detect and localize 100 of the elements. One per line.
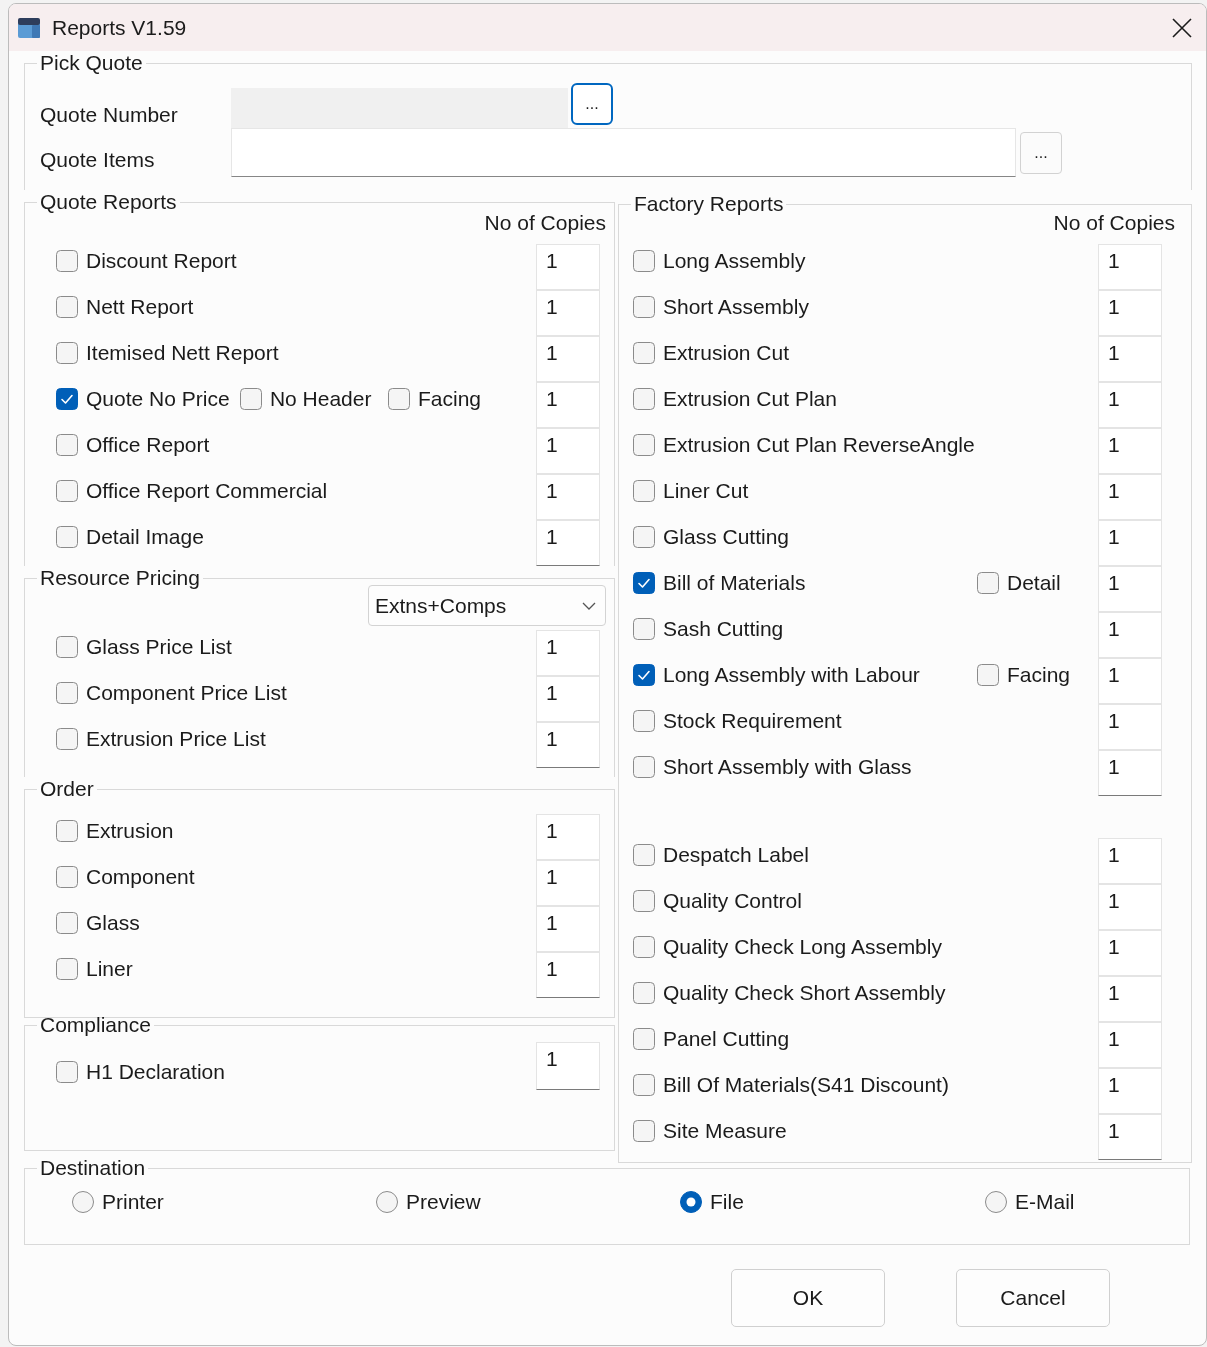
radio-button[interactable] [985, 1191, 1007, 1213]
copies-field[interactable]: 1 [1098, 1114, 1162, 1160]
checkbox[interactable] [633, 526, 655, 548]
checkbox[interactable] [633, 664, 655, 686]
copies-field[interactable]: 1 [1098, 884, 1162, 930]
checkbox[interactable] [56, 1061, 78, 1083]
checkbox-label: Detail [1007, 571, 1061, 595]
browse-button[interactable]: ... [1020, 131, 1062, 174]
checkbox-label: Glass [86, 911, 140, 935]
radio-button[interactable] [680, 1191, 702, 1213]
checkbox[interactable] [633, 1028, 655, 1050]
copies-field[interactable]: 1 [536, 676, 600, 722]
checkbox[interactable] [56, 820, 78, 842]
copies-field[interactable]: 1 [1098, 750, 1162, 796]
dialog-button[interactable]: OK [731, 1269, 885, 1327]
checkbox[interactable] [633, 572, 655, 594]
checkbox[interactable] [633, 844, 655, 866]
checkbox-label: No Header [269, 387, 372, 411]
copies-field[interactable]: 1 [1098, 520, 1162, 566]
checkbox[interactable] [977, 572, 999, 594]
copies-field[interactable]: 1 [1098, 290, 1162, 336]
copies-field[interactable]: 1 [1098, 930, 1162, 976]
radio-button[interactable] [376, 1191, 398, 1213]
copies-field[interactable]: 1 [1098, 244, 1162, 290]
checkbox[interactable] [633, 890, 655, 912]
checkbox-label: Extrusion Cut Plan ReverseAngle [663, 433, 975, 457]
checkbox[interactable] [56, 388, 78, 410]
checkbox[interactable] [633, 296, 655, 318]
checkbox[interactable] [56, 480, 78, 502]
checkbox[interactable] [56, 958, 78, 980]
radio-label: File [710, 1190, 744, 1214]
copies-field[interactable]: 1 [1098, 1068, 1162, 1114]
copies-field[interactable]: 1 [1098, 612, 1162, 658]
group-title: Order [39, 777, 95, 801]
checkbox[interactable] [56, 526, 78, 548]
checkbox[interactable] [56, 682, 78, 704]
copies-field[interactable]: 1 [1098, 474, 1162, 520]
checkbox-label: Component Price List [86, 681, 287, 705]
copies-field[interactable]: 1 [536, 244, 600, 290]
checkbox[interactable] [633, 982, 655, 1004]
checkbox[interactable] [56, 342, 78, 364]
checkbox[interactable] [56, 728, 78, 750]
copies-field[interactable]: 1 [536, 630, 600, 676]
checkbox[interactable] [977, 664, 999, 686]
checkbox[interactable] [387, 388, 410, 410]
checkbox[interactable] [56, 250, 78, 272]
copies-field[interactable]: 1 [1098, 838, 1162, 884]
checkbox-label: Office Report Commercial [86, 479, 328, 503]
checkbox-label: Component [86, 865, 195, 889]
checkbox[interactable] [56, 866, 78, 888]
checkbox-label: Extrusion Price List [86, 727, 266, 751]
copies-field[interactable]: 1 [1098, 658, 1162, 704]
copies-field[interactable]: 1 [536, 382, 600, 428]
checkbox[interactable] [633, 710, 655, 732]
dropdown[interactable]: Extns+Comps [368, 585, 606, 626]
checkbox[interactable] [56, 636, 78, 658]
copies-field[interactable]: 1 [536, 722, 600, 768]
checkbox[interactable] [56, 434, 78, 456]
copies-field[interactable]: 1 [536, 860, 600, 906]
checkbox-label: Despatch Label [663, 843, 809, 867]
checkbox-label: Liner [86, 957, 133, 981]
checkbox[interactable] [633, 618, 655, 640]
checkbox[interactable] [239, 388, 262, 410]
copies-field[interactable]: 1 [536, 336, 600, 382]
copies-field[interactable]: 1 [536, 814, 600, 860]
checkbox[interactable] [633, 388, 655, 410]
checkbox[interactable] [633, 756, 655, 778]
checkbox-label: Short Assembly with Glass [663, 755, 912, 779]
copies-field[interactable]: 1 [536, 906, 600, 952]
checkbox[interactable] [633, 342, 655, 364]
checkbox[interactable] [633, 1074, 655, 1096]
checkbox[interactable] [633, 434, 655, 456]
checkbox-label: Facing [1007, 663, 1071, 687]
checkbox[interactable] [56, 912, 78, 934]
copies-field[interactable]: 1 [1098, 336, 1162, 382]
copies-field[interactable]: 1 [536, 428, 600, 474]
copies-field[interactable]: 1 [1098, 566, 1162, 612]
dialog-button[interactable]: Cancel [956, 1269, 1110, 1327]
copies-field[interactable]: 1 [536, 1042, 600, 1090]
copies-field[interactable]: 1 [536, 520, 600, 566]
checkbox-label: Glass Cutting [663, 525, 790, 549]
radio-label: E-Mail [1015, 1190, 1075, 1214]
copies-field[interactable]: 1 [1098, 382, 1162, 428]
copies-field[interactable]: 1 [1098, 1022, 1162, 1068]
checkbox-label: Glass Price List [86, 635, 232, 659]
copies-field[interactable]: 1 [536, 290, 600, 336]
copies-field[interactable]: 1 [1098, 704, 1162, 750]
checkbox[interactable] [56, 296, 78, 318]
radio-button[interactable] [72, 1191, 94, 1213]
checkbox[interactable] [633, 250, 655, 272]
checkbox[interactable] [633, 936, 655, 958]
copies-field[interactable]: 1 [536, 952, 600, 998]
copies-field[interactable]: 1 [1098, 428, 1162, 474]
group-title: Destination [39, 1156, 147, 1180]
checkbox-label: Extrusion [86, 819, 174, 843]
copies-field[interactable]: 1 [536, 474, 600, 520]
checkbox[interactable] [633, 480, 655, 502]
text-field[interactable] [231, 128, 1016, 177]
checkbox[interactable] [633, 1120, 655, 1142]
copies-field[interactable]: 1 [1098, 976, 1162, 1022]
